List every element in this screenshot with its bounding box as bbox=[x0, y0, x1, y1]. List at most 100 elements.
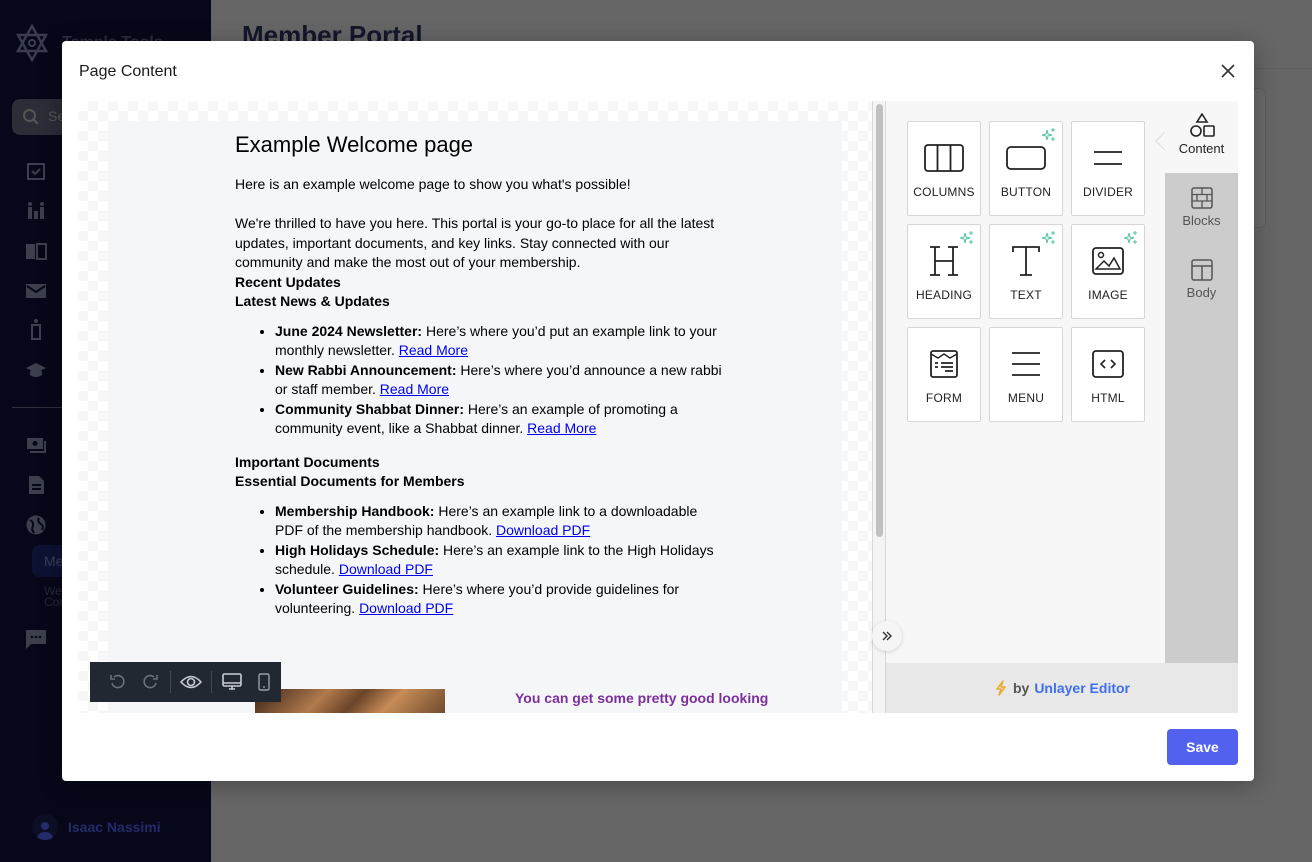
editor-canvas[interactable]: Example Welcome page Here is an example … bbox=[78, 101, 872, 713]
button-icon bbox=[1006, 146, 1046, 170]
redo-button[interactable] bbox=[134, 662, 166, 702]
tab-content[interactable]: Content bbox=[1165, 101, 1238, 173]
menu-icon bbox=[1012, 352, 1040, 376]
desktop-view-button[interactable] bbox=[216, 662, 248, 702]
tab-label: Content bbox=[1178, 141, 1225, 156]
shapes-icon bbox=[1189, 113, 1215, 137]
scrollbar-thumb[interactable] bbox=[876, 104, 883, 537]
text-icon bbox=[1012, 246, 1040, 276]
editor-footer: by Unlayer Editor bbox=[886, 663, 1238, 713]
updates-list: June 2024 Newsletter: Here’s where you’d… bbox=[235, 322, 725, 439]
mobile-view-button[interactable] bbox=[248, 662, 280, 702]
save-button[interactable]: Save bbox=[1167, 729, 1238, 765]
lightning-icon bbox=[996, 680, 1006, 696]
tool-divider[interactable]: DIVIDER bbox=[1071, 121, 1145, 216]
tool-label: DIVIDER bbox=[1082, 185, 1134, 199]
ai-sparkle-icon bbox=[1042, 128, 1055, 141]
candle-icon[interactable] bbox=[25, 318, 47, 340]
ai-sparkle-icon bbox=[1042, 231, 1055, 244]
panel-tabs: Content Blocks Body bbox=[1165, 101, 1238, 663]
tool-menu[interactable]: MENU bbox=[989, 327, 1063, 422]
tool-label: MENU bbox=[1007, 391, 1045, 405]
tool-label: BUTTON bbox=[1000, 185, 1052, 199]
page-content-modal: Page Content Example Welcome page Here i… bbox=[62, 41, 1254, 781]
synagogue-image[interactable] bbox=[255, 689, 445, 713]
tool-image[interactable]: IMAGE bbox=[1071, 224, 1145, 319]
toolbar-separator bbox=[170, 671, 171, 693]
download-pdf-link[interactable]: Download PDF bbox=[496, 522, 590, 538]
page-body[interactable]: Example Welcome page Here is an example … bbox=[108, 121, 842, 713]
read-more-link[interactable]: Read More bbox=[399, 342, 468, 358]
logo-icon bbox=[16, 24, 48, 62]
page-content[interactable]: Example Welcome page Here is an example … bbox=[235, 131, 725, 633]
intro-text[interactable]: Here is an example welcome page to show … bbox=[235, 175, 725, 195]
section-title: Important Documents bbox=[235, 453, 380, 470]
tool-label: HEADING bbox=[915, 288, 973, 302]
list-item-title: June 2024 Newsletter: bbox=[275, 322, 423, 339]
tool-label: TEXT bbox=[1010, 288, 1042, 302]
list-item-title: Community Shabbat Dinner: bbox=[275, 400, 465, 417]
list-item: Community Shabbat Dinner: Here’s an exam… bbox=[275, 400, 725, 439]
columns-icon bbox=[924, 144, 964, 172]
close-icon[interactable] bbox=[1218, 61, 1238, 81]
calendar-check-icon[interactable] bbox=[25, 160, 47, 182]
download-pdf-link[interactable]: Download PDF bbox=[359, 600, 453, 616]
user-icon bbox=[37, 822, 53, 840]
list-item-title: Membership Handbook: bbox=[275, 502, 435, 519]
list-item-title: New Rabbi Announcement: bbox=[275, 361, 457, 378]
section-subtitle: Essential Documents for Members bbox=[235, 473, 465, 489]
toolbar-separator bbox=[211, 671, 212, 693]
mail-icon[interactable] bbox=[25, 280, 47, 302]
double-chevron-right-icon bbox=[882, 631, 892, 641]
welcome-paragraph[interactable]: We're thrilled to have you here. This po… bbox=[235, 214, 725, 273]
read-more-link[interactable]: Read More bbox=[527, 420, 596, 436]
tab-body[interactable]: Body bbox=[1165, 245, 1238, 317]
image-icon bbox=[1092, 247, 1124, 275]
tool-text[interactable]: TEXT bbox=[989, 224, 1063, 319]
tool-html[interactable]: HTML bbox=[1071, 327, 1145, 422]
section-subtitle: Latest News & Updates bbox=[235, 293, 390, 309]
search-icon bbox=[23, 109, 39, 125]
download-pdf-link[interactable]: Download PDF bbox=[339, 561, 433, 577]
unlayer-link[interactable]: Unlayer Editor bbox=[1034, 680, 1130, 696]
preview-button[interactable] bbox=[175, 662, 207, 702]
read-more-link[interactable]: Read More bbox=[380, 381, 449, 397]
body-layout-icon bbox=[1190, 259, 1213, 281]
eye-icon bbox=[180, 675, 202, 689]
content-tools-grid: COLUMNS BUTTON DIVIDER HEADING TEXT IMAG… bbox=[907, 121, 1145, 422]
undo-button[interactable] bbox=[102, 662, 134, 702]
tool-label: IMAGE bbox=[1088, 288, 1128, 302]
user-profile[interactable]: Isaac Nassimi bbox=[32, 814, 161, 840]
html-icon bbox=[1092, 350, 1124, 378]
family-icon[interactable] bbox=[25, 200, 47, 222]
tool-button[interactable]: BUTTON bbox=[989, 121, 1063, 216]
section-title: Recent Updates bbox=[235, 273, 341, 290]
content-heading[interactable]: Example Welcome page bbox=[235, 131, 725, 159]
tool-heading[interactable]: HEADING bbox=[907, 224, 981, 319]
documents-list: Membership Handbook: Here’s an example l… bbox=[235, 502, 725, 619]
ai-sparkle-icon bbox=[1124, 231, 1137, 244]
tool-form[interactable]: FORM bbox=[907, 327, 981, 422]
canvas-toolbar bbox=[90, 662, 281, 702]
tools-panel: COLUMNS BUTTON DIVIDER HEADING TEXT IMAG… bbox=[886, 101, 1238, 713]
divider-icon bbox=[1094, 151, 1122, 165]
tab-blocks[interactable]: Blocks bbox=[1165, 173, 1238, 245]
mobile-icon bbox=[258, 673, 270, 691]
redo-icon bbox=[143, 674, 158, 689]
undo-icon bbox=[110, 674, 125, 689]
collapse-panel-button[interactable] bbox=[872, 621, 902, 651]
document-icon[interactable] bbox=[25, 474, 47, 496]
chat-icon[interactable] bbox=[25, 628, 47, 650]
globe-icon[interactable] bbox=[25, 514, 47, 536]
tool-columns[interactable]: COLUMNS bbox=[907, 121, 981, 216]
list-item: New Rabbi Announcement: Here’s where you… bbox=[275, 361, 725, 400]
promo-text[interactable]: You can get some pretty good looking con… bbox=[515, 689, 775, 713]
email-editor: Example Welcome page Here is an example … bbox=[78, 101, 1238, 713]
list-item: High Holidays Schedule: Here’s an exampl… bbox=[275, 541, 725, 580]
money-icon[interactable] bbox=[25, 434, 47, 456]
book-open-icon[interactable] bbox=[25, 240, 47, 262]
list-item: Membership Handbook: Here’s an example l… bbox=[275, 502, 725, 541]
graduation-cap-icon[interactable] bbox=[25, 360, 47, 382]
desktop-icon bbox=[222, 673, 242, 690]
heading-icon bbox=[930, 246, 958, 276]
